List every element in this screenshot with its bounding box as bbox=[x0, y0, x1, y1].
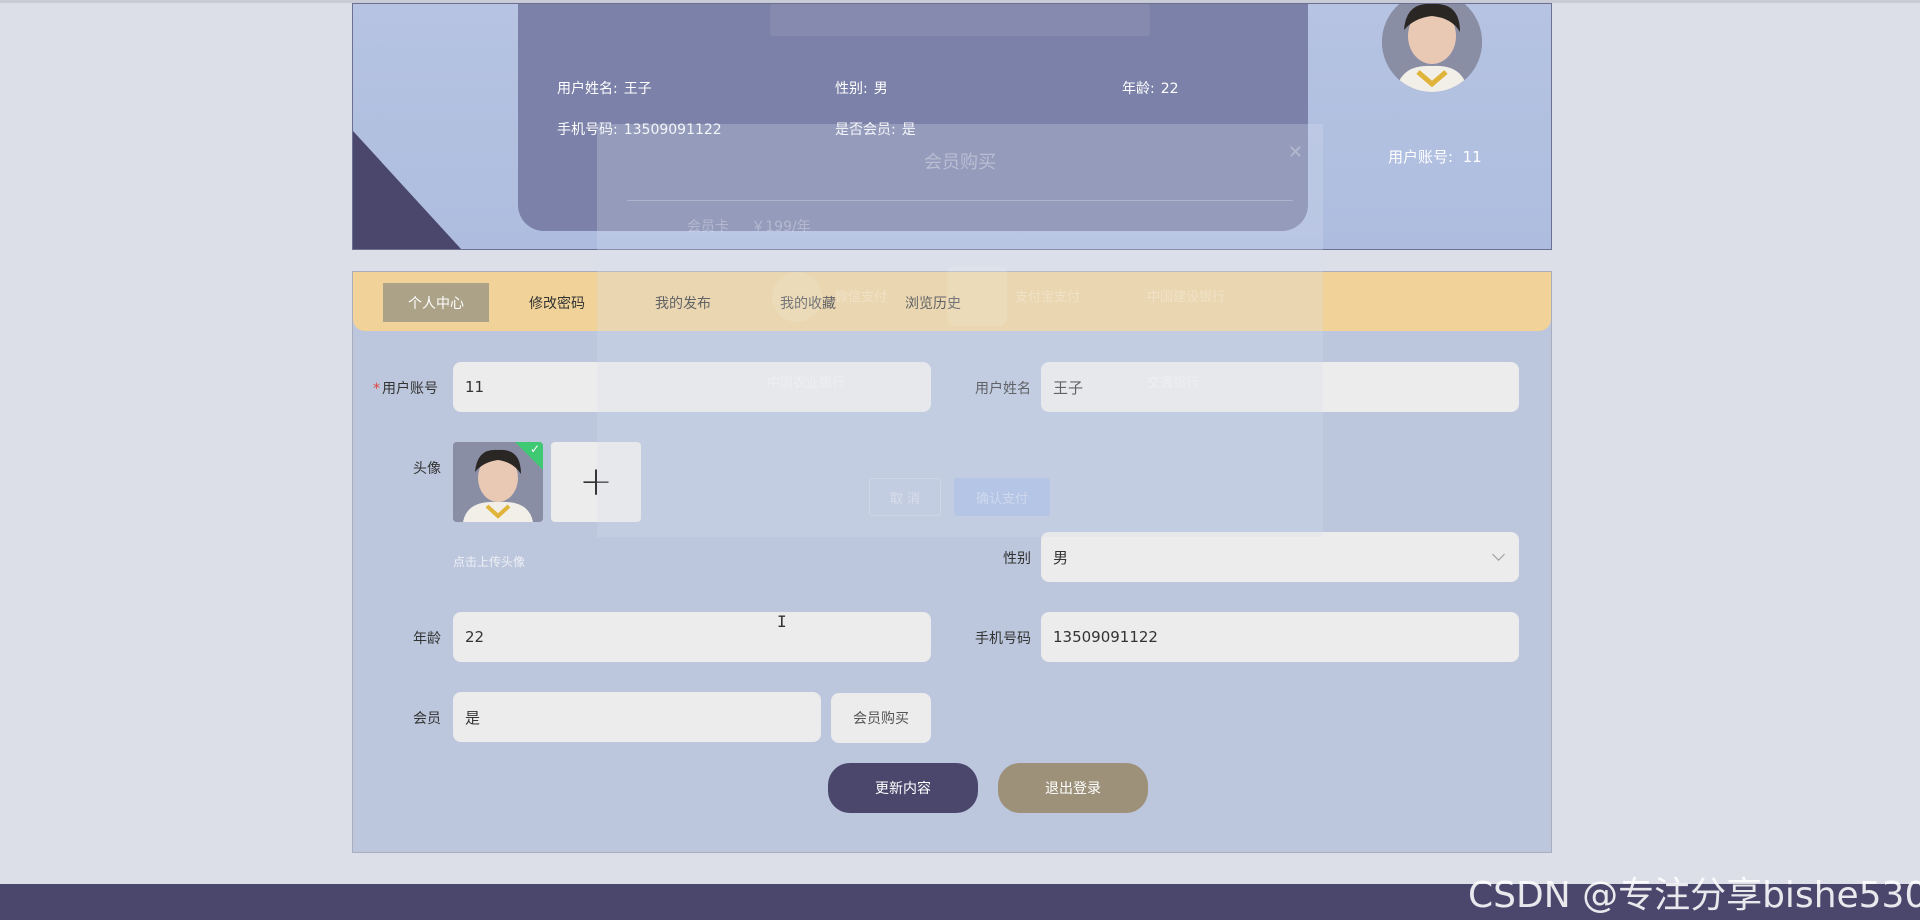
update-content-button[interactable]: 更新内容 bbox=[828, 763, 978, 813]
upload-avatar-button[interactable]: + bbox=[551, 442, 641, 522]
search-bar-ghost bbox=[770, 4, 1150, 36]
tab-my-posts[interactable]: 我的发布 bbox=[630, 283, 736, 322]
profile-header-card: 用户姓名: 王子 性别: 男 年龄: 22 手机号码: 13509091122 是否会员… bbox=[352, 3, 1552, 250]
header-account: 用户账号: 11 bbox=[1388, 148, 1482, 166]
text-cursor-icon: I bbox=[777, 612, 787, 631]
account-input[interactable]: 11 bbox=[453, 362, 931, 412]
gender-selected-value: 男 bbox=[1053, 548, 1069, 567]
tab-browse-history[interactable]: 浏览历史 bbox=[880, 283, 986, 322]
user-info-panel: 用户姓名: 王子 性别: 男 年龄: 22 手机号码: 13509091122 是否会员… bbox=[518, 4, 1308, 231]
check-icon: ✓ bbox=[529, 442, 540, 456]
upload-hint: 点击上传头像 bbox=[453, 555, 526, 569]
corner-decoration bbox=[353, 131, 461, 249]
avatar-thumbnail[interactable]: ✓ bbox=[453, 442, 543, 522]
info-user-name: 用户姓名: 王子 bbox=[557, 81, 652, 97]
member-input[interactable]: 是 bbox=[453, 692, 821, 742]
info-member: 是否会员: 是 bbox=[835, 122, 916, 138]
account-label: * 用户账号 bbox=[373, 381, 438, 397]
tab-change-password[interactable]: 修改密码 bbox=[504, 283, 610, 322]
name-input[interactable]: 王子 bbox=[1041, 362, 1519, 412]
info-gender: 性别: 男 bbox=[835, 81, 888, 97]
gender-select[interactable]: 男 bbox=[1041, 532, 1519, 582]
tab-my-favorites[interactable]: 我的收藏 bbox=[755, 283, 861, 322]
avatar-label: 头像 bbox=[413, 461, 441, 477]
info-phone: 手机号码: 13509091122 bbox=[557, 122, 722, 138]
header-avatar bbox=[1382, 4, 1482, 92]
avatar-image-icon bbox=[1382, 4, 1482, 92]
chevron-down-icon bbox=[1492, 548, 1505, 561]
age-input[interactable]: 22 bbox=[453, 612, 931, 662]
profile-content-card: 个人中心 修改密码 我的发布 我的收藏 浏览历史 * 用户账号 11 用户姓名 王… bbox=[352, 271, 1552, 853]
logout-button[interactable]: 退出登录 bbox=[998, 763, 1148, 813]
age-label: 年龄 bbox=[413, 631, 441, 647]
phone-input[interactable]: 13509091122 bbox=[1041, 612, 1519, 662]
plus-icon: + bbox=[579, 459, 613, 505]
buy-member-button[interactable]: 会员购买 bbox=[831, 693, 931, 743]
name-label: 用户姓名 bbox=[975, 381, 1031, 397]
info-age: 年龄: 22 bbox=[1122, 81, 1179, 97]
gender-label: 性别 bbox=[1003, 551, 1031, 567]
phone-label: 手机号码 bbox=[975, 631, 1031, 647]
member-label: 会员 bbox=[413, 711, 441, 727]
watermark: CSDN @专注分享bishe530 bbox=[1468, 875, 1920, 916]
tab-personal-center[interactable]: 个人中心 bbox=[383, 283, 489, 322]
tab-bar: 个人中心 修改密码 我的发布 我的收藏 浏览历史 bbox=[353, 272, 1551, 331]
